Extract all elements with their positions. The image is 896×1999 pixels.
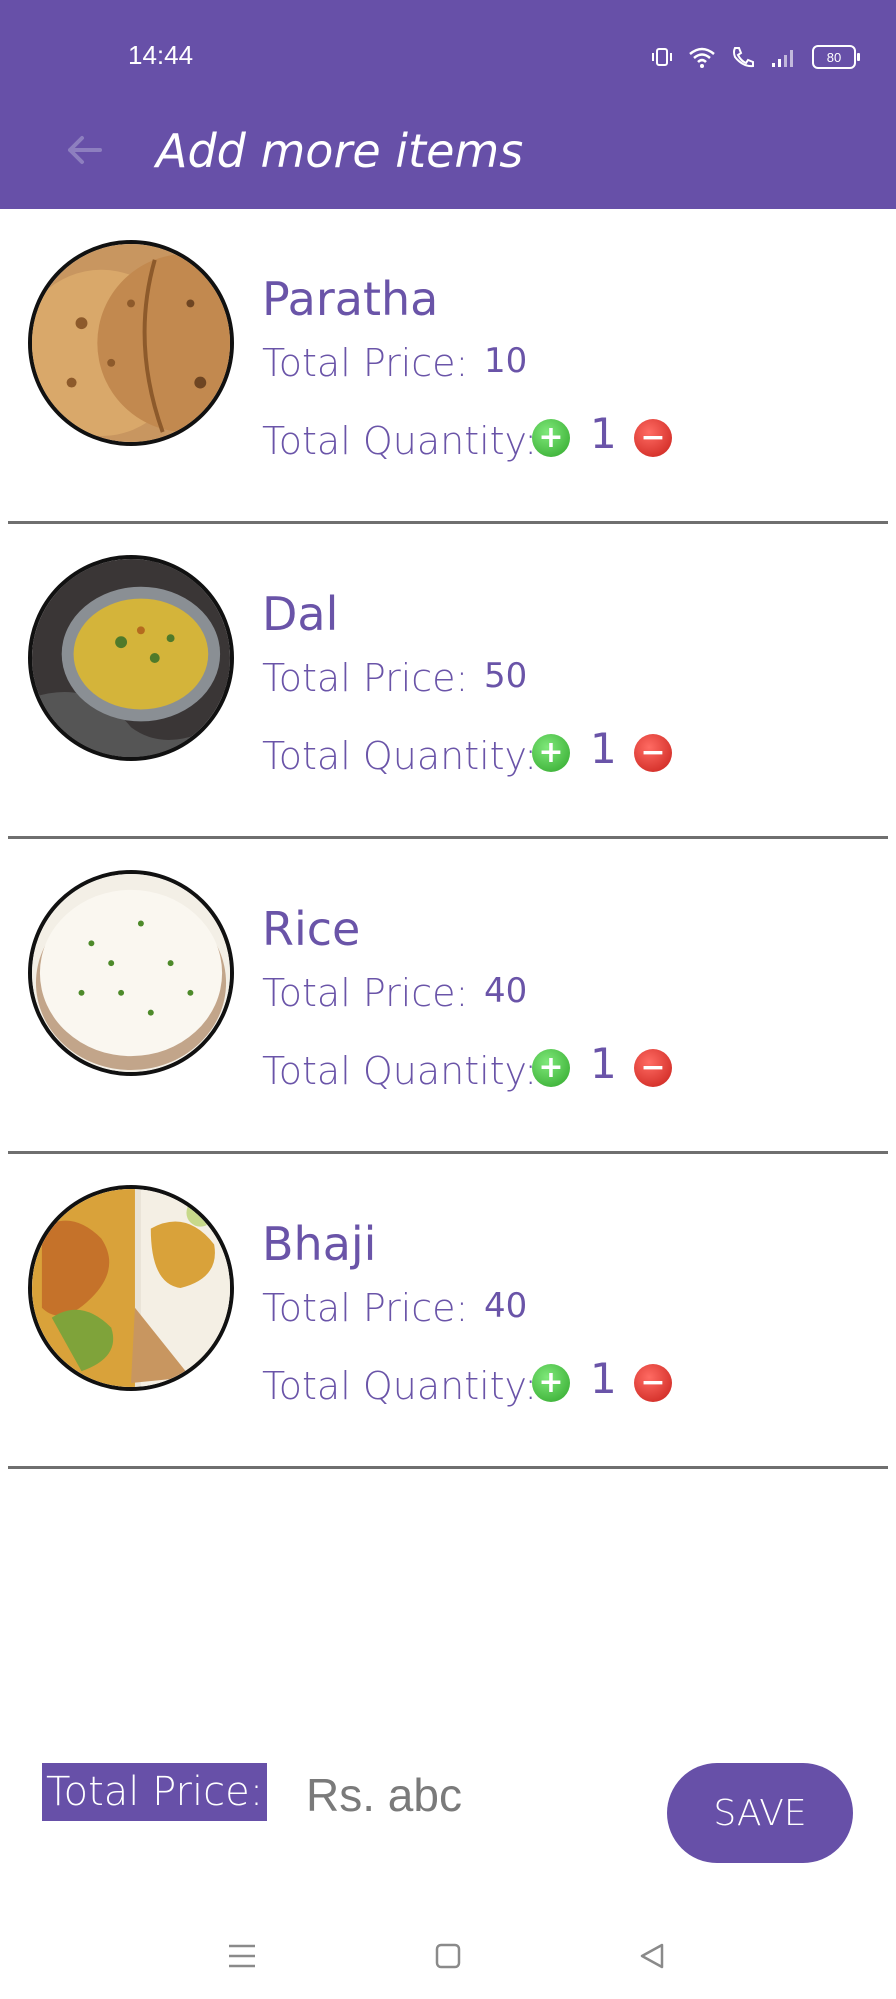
minus-icon[interactable]: −	[634, 419, 672, 457]
item-name: Rice	[262, 902, 361, 956]
app-bar: 14:44 80 Add more items	[0, 0, 896, 209]
price-value: 10	[484, 341, 528, 381]
item-name: Dal	[262, 587, 339, 641]
call-icon	[733, 47, 754, 68]
list-item: Rice Total Price: 40 Total Quantity: + 1…	[0, 839, 896, 1154]
list-item: Bhaji Total Price: 40 Total Quantity: + …	[0, 1154, 896, 1469]
list-item: Paratha Total Price: 10 Total Quantity: …	[0, 209, 896, 524]
plus-icon[interactable]: +	[532, 419, 570, 457]
back-button[interactable]	[56, 122, 112, 178]
divider	[8, 1466, 888, 1469]
signal-icon	[772, 50, 793, 67]
quantity-label: Total Quantity:	[262, 1049, 538, 1093]
menu-icon	[229, 1944, 255, 1968]
price-label: Total Price:	[262, 971, 469, 1015]
item-image	[28, 555, 234, 761]
item-image	[28, 240, 234, 446]
nav-back-button[interactable]	[630, 1934, 674, 1978]
quantity-label: Total Quantity:	[262, 1364, 538, 1408]
minus-icon[interactable]: −	[634, 1049, 672, 1087]
price-label: Total Price:	[262, 656, 469, 700]
item-image	[28, 1185, 234, 1391]
price-value: 40	[484, 971, 528, 1011]
recent-apps-button[interactable]	[220, 1934, 264, 1978]
save-button[interactable]: SAVE	[667, 1763, 853, 1863]
minus-icon[interactable]: −	[634, 734, 672, 772]
price-value: 40	[484, 1286, 528, 1326]
list-item: Dal Total Price: 50 Total Quantity: + 1 …	[0, 524, 896, 839]
total-price-value: Rs. abc	[306, 1769, 462, 1821]
minus-icon[interactable]: −	[634, 1364, 672, 1402]
quantity-value: 1	[590, 1354, 617, 1403]
plus-icon[interactable]: +	[532, 1364, 570, 1402]
rice-image	[32, 874, 230, 1072]
home-icon	[435, 1943, 461, 1969]
price-label: Total Price:	[262, 1286, 469, 1330]
price-value: 50	[484, 656, 528, 696]
quantity-label: Total Quantity:	[262, 419, 538, 463]
quantity-label: Total Quantity:	[262, 734, 538, 778]
battery-level: 80	[826, 49, 842, 65]
arrow-left-icon	[68, 136, 102, 164]
dal-image	[32, 559, 230, 757]
vibrate-icon	[652, 48, 672, 66]
paratha-image	[32, 244, 230, 442]
back-triangle-icon	[640, 1943, 664, 1969]
status-icons: 80	[650, 40, 860, 74]
page-title: Add more items	[156, 124, 524, 178]
quantity-value: 1	[590, 1039, 617, 1088]
home-button[interactable]	[426, 1934, 470, 1978]
plus-icon[interactable]: +	[532, 1049, 570, 1087]
status-time: 14:44	[128, 40, 194, 70]
item-image	[28, 870, 234, 1076]
item-name: Paratha	[262, 272, 439, 326]
quantity-value: 1	[590, 409, 617, 458]
wifi-icon	[689, 47, 715, 68]
total-price-label: Total Price:	[42, 1763, 268, 1821]
price-label: Total Price:	[262, 341, 469, 385]
bhaji-image	[32, 1189, 230, 1387]
system-nav-bar	[0, 1920, 896, 1999]
plus-icon[interactable]: +	[532, 734, 570, 772]
item-name: Bhaji	[262, 1217, 377, 1271]
battery-icon: 80	[812, 45, 860, 69]
quantity-value: 1	[590, 724, 617, 773]
